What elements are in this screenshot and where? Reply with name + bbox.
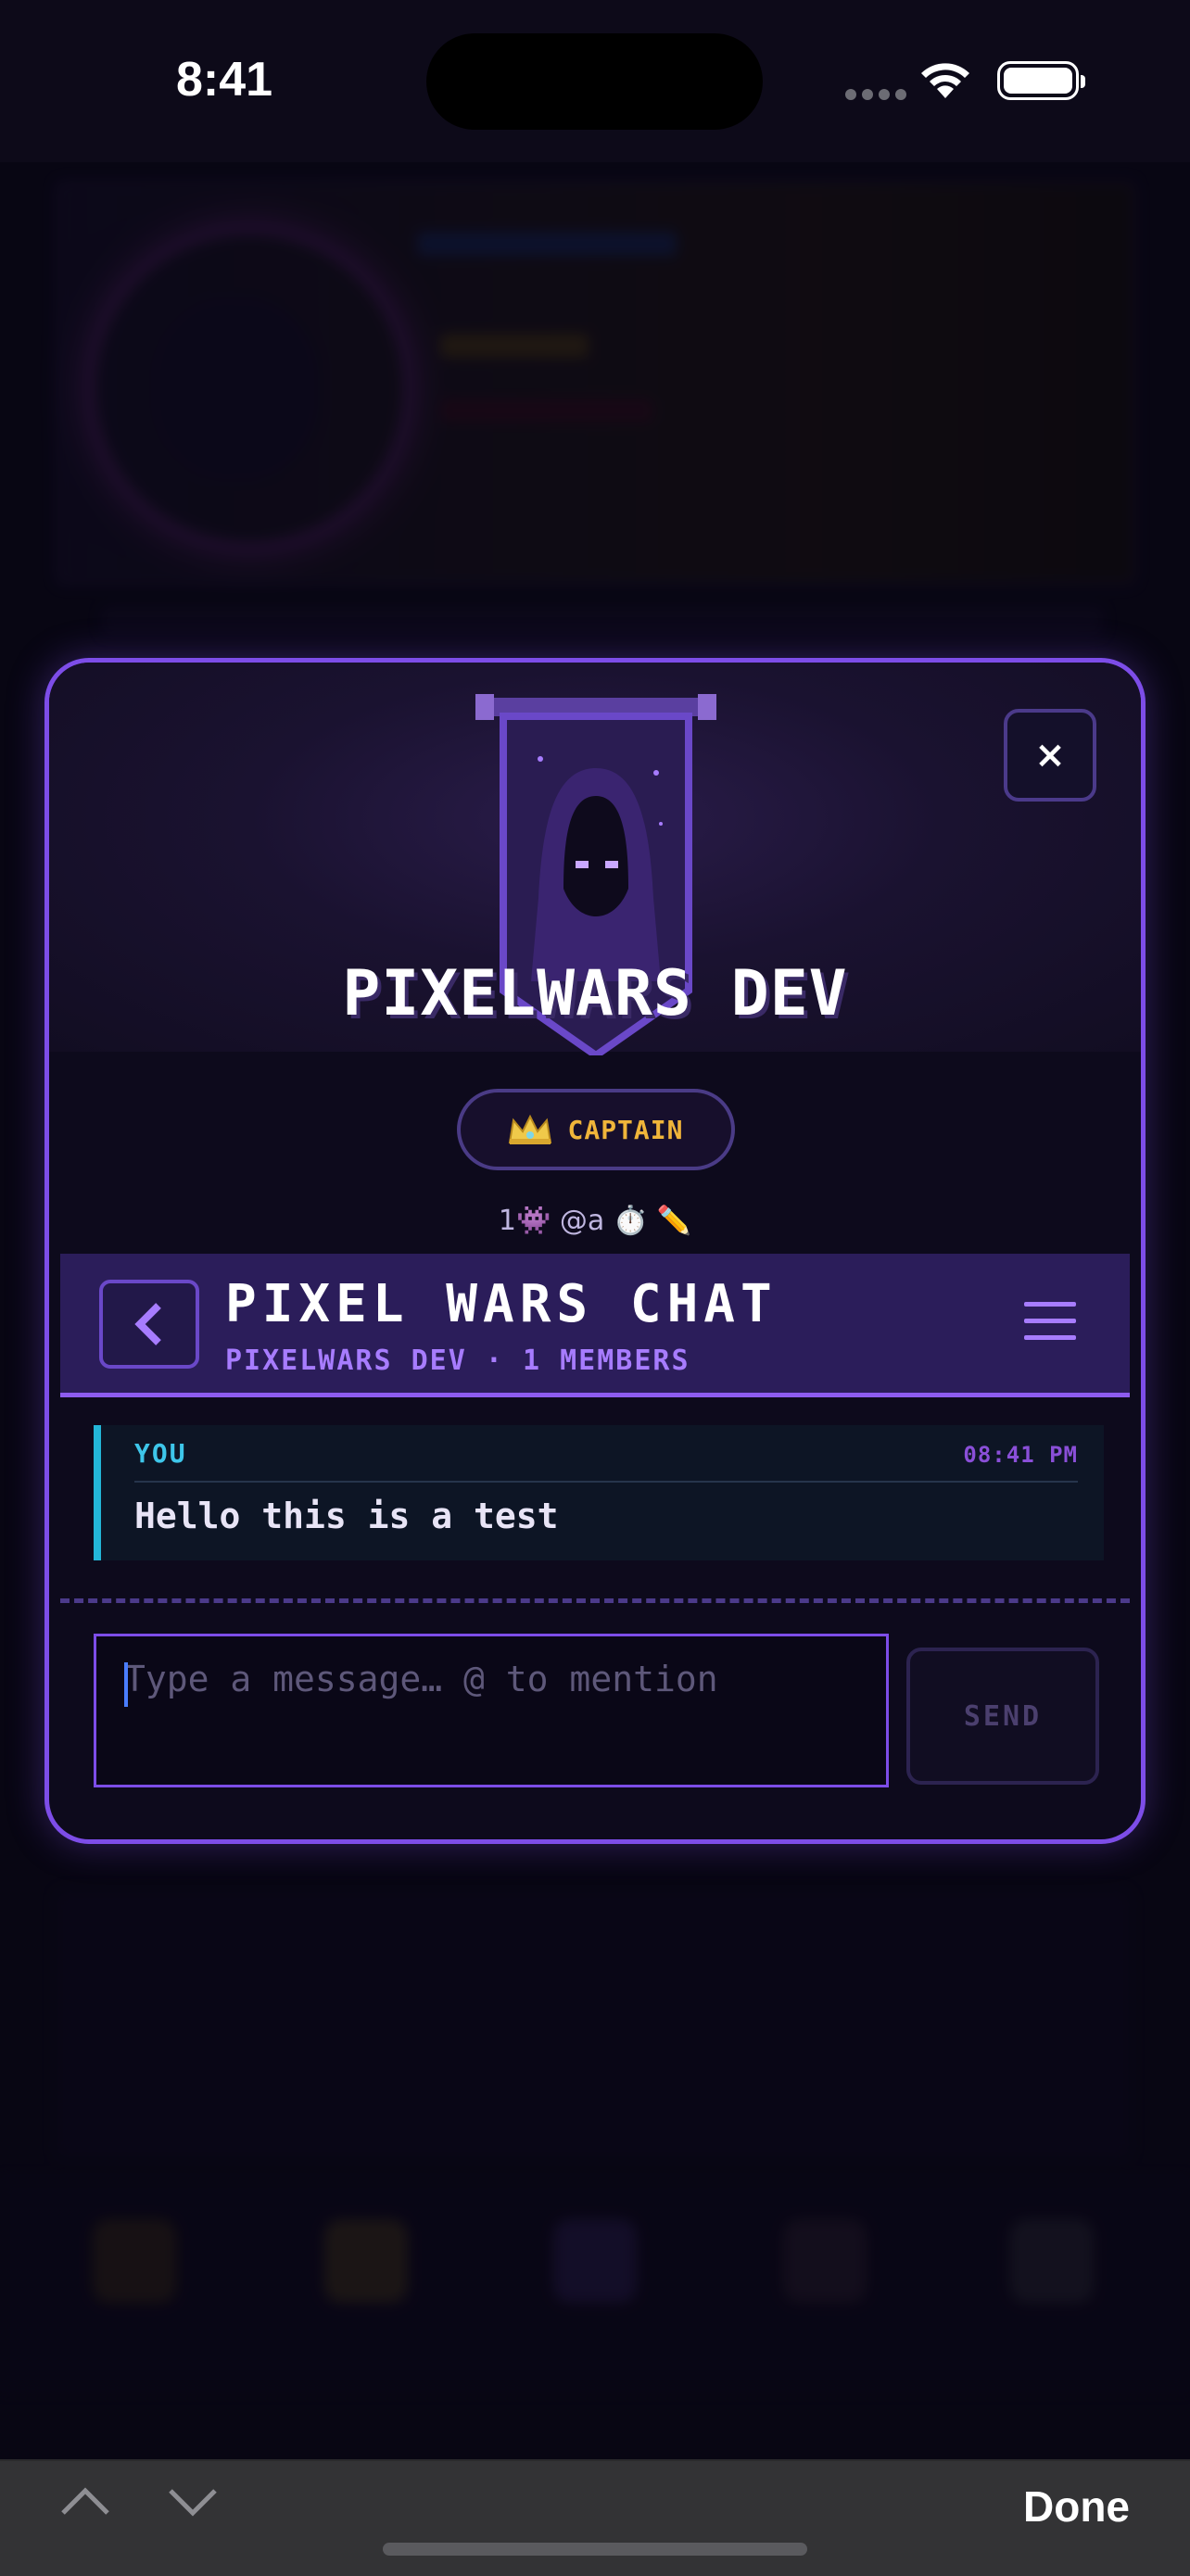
menu-icon[interactable] xyxy=(1024,1302,1076,1352)
chat-subtitle: PIXELWARS DEV · 1 MEMBERS xyxy=(225,1345,690,1377)
clan-hero: PIXELWARS DEV × xyxy=(49,663,1141,1055)
message-divider xyxy=(134,1481,1078,1483)
close-button[interactable]: × xyxy=(1004,709,1096,802)
chevron-up-icon[interactable] xyxy=(57,2474,113,2530)
clan-badges: 1👾 @a ⏱️ ✏️ xyxy=(498,1205,692,1237)
chevron-left-icon xyxy=(134,1303,161,1345)
done-button[interactable]: Done xyxy=(1023,2481,1130,2532)
message-input[interactable]: Type a message… @ to mention xyxy=(94,1634,889,1787)
send-button[interactable]: SEND xyxy=(906,1648,1099,1785)
keyboard-accessory-bar: Done xyxy=(0,2459,1190,2576)
signal-dot xyxy=(845,89,856,100)
crown-icon xyxy=(509,1114,552,1144)
chevron-down-icon[interactable] xyxy=(165,2474,221,2530)
back-button[interactable] xyxy=(99,1280,199,1369)
clan-name: PIXELWARS DEV xyxy=(342,957,848,1030)
status-time: 8:41 xyxy=(176,53,273,107)
signal-dot xyxy=(895,89,906,100)
text-caret xyxy=(124,1662,128,1707)
wifi-icon xyxy=(921,63,969,98)
message-text: Hello this is a test xyxy=(134,1496,559,1536)
chat-header: PIXEL WARS CHAT PIXELWARS DEV · 1 MEMBER… xyxy=(60,1254,1130,1397)
clan-modal: PIXELWARS DEV × CAPTAIN 1👾 @a ⏱️ ✏️ PIXE… xyxy=(44,658,1146,1844)
message-input-placeholder: Type a message… @ to mention xyxy=(124,1659,718,1699)
captain-label: CAPTAIN xyxy=(567,1114,684,1145)
chat-message: YOU 08:41 PM Hello this is a test xyxy=(94,1425,1104,1560)
chat-title: PIXEL WARS CHAT xyxy=(225,1274,778,1334)
signal-dot xyxy=(862,89,873,100)
status-bar: 8:41 xyxy=(0,0,1190,162)
dashed-divider xyxy=(60,1598,1130,1603)
dynamic-island xyxy=(426,33,763,130)
battery-icon xyxy=(997,61,1085,100)
signal-dot xyxy=(879,89,890,100)
message-author: YOU xyxy=(134,1438,187,1469)
captain-badge: CAPTAIN xyxy=(457,1089,735,1170)
home-indicator xyxy=(383,2543,807,2556)
message-time: 08:41 PM xyxy=(963,1442,1078,1468)
